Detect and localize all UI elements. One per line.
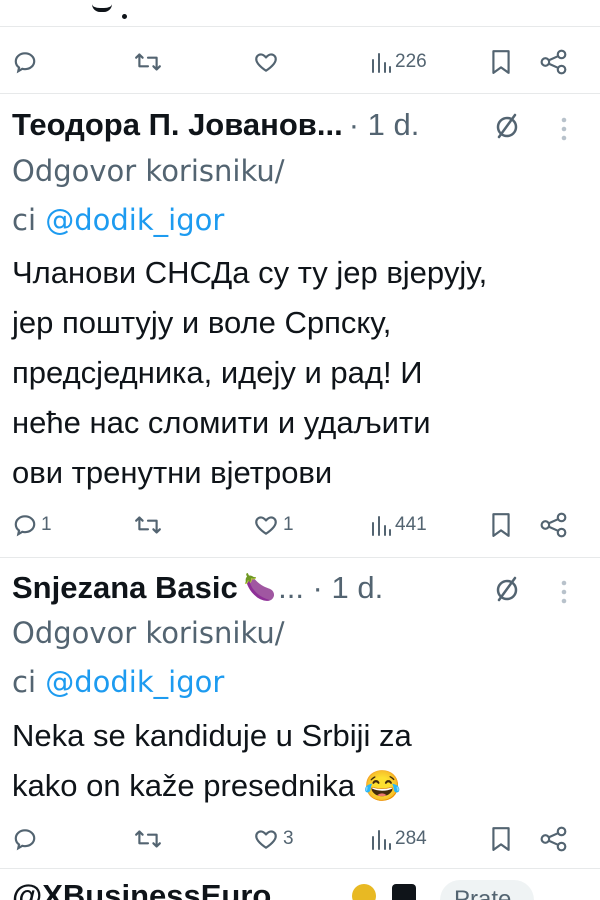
reply-handle-link[interactable]: @dodik_igor — [45, 665, 224, 699]
separator — [0, 93, 600, 94]
bookmark-button[interactable] — [490, 505, 512, 545]
next-tweet-stub: @XBusinessEuro Prate — [0, 870, 600, 900]
tweet-action-bar: 3 284 — [0, 819, 600, 859]
tweet-header: Snjezana Basic 🍆 ... · 1 d. — [12, 566, 383, 610]
reply-prefix: ci — [12, 665, 46, 699]
cropped-text-fragment — [92, 0, 112, 12]
reply-button[interactable] — [12, 42, 41, 82]
x-logo-icon — [392, 884, 416, 900]
tweet-text-line: неће нас сломити и удаљити — [12, 405, 431, 440]
views-button[interactable]: 284 — [370, 819, 427, 859]
reply-handle-link[interactable]: @dodik_igor — [45, 203, 224, 237]
tweet-action-bar: 1 1 441 — [0, 505, 600, 545]
separator — [0, 557, 600, 558]
like-button[interactable] — [252, 42, 283, 82]
prev-tweet-action-bar: 226 — [0, 42, 600, 82]
tweet[interactable]: Snjezana Basic 🍆 ... · 1 d. Odgovor kori… — [0, 566, 600, 816]
reply-button[interactable]: 1 — [12, 505, 52, 545]
previous-tweet-stub — [0, 0, 600, 27]
next-tweet-author[interactable]: @XBusinessEuro — [12, 878, 271, 900]
tweet[interactable]: Теодора П. Јованов... · 1 d. Odgovor kor… — [0, 103, 600, 558]
views-count: 226 — [395, 51, 427, 72]
author-name[interactable]: Теодора П. Јованов... — [12, 107, 343, 143]
share-icon — [540, 826, 567, 852]
more-icon[interactable] — [561, 580, 567, 604]
reply-count: 1 — [41, 514, 52, 535]
retweet-icon — [135, 830, 161, 848]
author-name[interactable]: Snjezana Basic — [12, 570, 238, 606]
bookmark-icon — [492, 827, 510, 851]
bookmark-button[interactable] — [490, 42, 512, 82]
verified-badge-icon — [352, 884, 376, 900]
views-button[interactable]: 441 — [370, 505, 427, 545]
grok-icon[interactable] — [493, 574, 523, 604]
retweet-icon — [135, 516, 161, 534]
following-button[interactable]: Prate — [440, 880, 534, 900]
share-icon — [540, 512, 567, 538]
views-count: 441 — [395, 514, 427, 535]
like-icon — [255, 516, 277, 535]
reply-prefix: ci — [12, 203, 46, 237]
tweet-text-line: kako on kaže presednika 😂 — [12, 768, 401, 804]
reply-context-line2: ci @dodik_igor — [12, 665, 224, 699]
bookmark-icon — [492, 513, 510, 537]
tweet-timestamp[interactable]: · 1 d. — [349, 107, 420, 143]
retweet-button[interactable] — [134, 505, 165, 545]
reply-context: Odgovor korisniku/ — [12, 616, 285, 650]
cropped-text-fragment — [122, 14, 127, 19]
bookmark-icon — [492, 50, 510, 74]
tweet-text: kako on kaže presednika — [12, 768, 355, 803]
tweet-text-line: Чланови СНСДа су ту јер вјерују, — [12, 255, 488, 290]
reply-context-line2: ci @dodik_igor — [12, 203, 224, 237]
tweet-timestamp[interactable]: ... · 1 d. — [278, 570, 383, 606]
views-button[interactable]: 226 — [370, 42, 427, 82]
share-icon — [540, 49, 567, 75]
bookmark-button[interactable] — [490, 819, 512, 859]
author-emoji: 🍆 — [243, 573, 277, 603]
reply-icon — [14, 52, 36, 74]
tweet-text-line: предсједника, идеју и рад! И — [12, 355, 423, 390]
views-icon — [372, 516, 391, 536]
like-icon — [255, 53, 277, 72]
separator — [0, 868, 600, 869]
share-button[interactable] — [540, 42, 568, 82]
like-count: 3 — [283, 828, 294, 849]
retweet-button[interactable] — [134, 819, 165, 859]
more-icon[interactable] — [561, 117, 567, 141]
grok-icon[interactable] — [493, 111, 523, 141]
like-count: 1 — [283, 514, 294, 535]
views-count: 284 — [395, 828, 427, 849]
share-button[interactable] — [540, 819, 568, 859]
views-icon — [372, 53, 391, 73]
tweet-text-line: јер поштују и воле Српску, — [12, 305, 392, 340]
like-icon — [255, 830, 277, 849]
share-button[interactable] — [540, 505, 568, 545]
reply-context: Odgovor korisniku/ — [12, 154, 285, 188]
reply-button[interactable] — [12, 819, 41, 859]
laughing-emoji: 😂 — [363, 770, 401, 803]
like-button[interactable]: 1 — [252, 505, 294, 545]
like-button[interactable]: 3 — [252, 819, 294, 859]
retweet-button[interactable] — [134, 42, 165, 82]
tweet-header: Теодора П. Јованов... · 1 d. — [12, 103, 419, 147]
reply-icon — [14, 515, 36, 537]
tweet-text-line: ови тренутни вјетрови — [12, 455, 333, 490]
views-icon — [372, 830, 391, 850]
tweet-text-line: Neka se kandiduje u Srbiji za — [12, 718, 412, 753]
retweet-icon — [135, 53, 161, 71]
reply-icon — [14, 829, 36, 851]
